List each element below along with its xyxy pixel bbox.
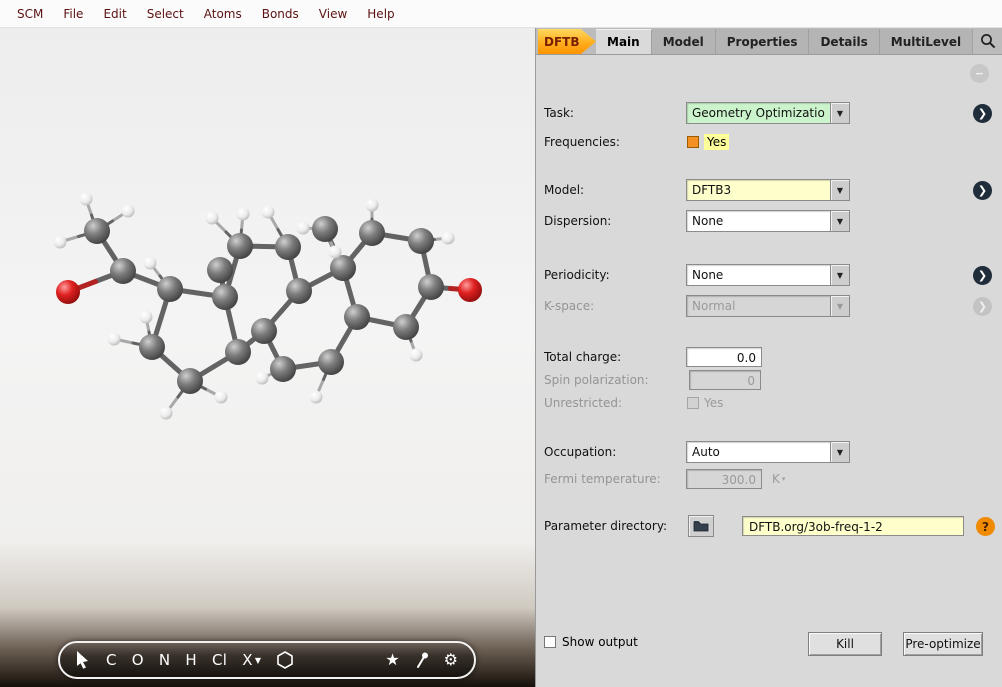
tab-properties[interactable]: Properties bbox=[715, 29, 810, 54]
task-detail-button[interactable]: ❯ bbox=[973, 104, 992, 123]
kspace-value: Normal bbox=[686, 295, 831, 317]
periodicity-dropdown-arrow[interactable]: ▼ bbox=[831, 264, 850, 286]
model-detail-button[interactable]: ❯ bbox=[973, 181, 992, 200]
collapse-panel-button: − bbox=[970, 64, 989, 83]
dispersion-value[interactable]: None bbox=[686, 210, 831, 232]
element-h-button[interactable]: H bbox=[185, 651, 197, 669]
task-label: Task: bbox=[544, 106, 574, 120]
menu-bar: SCM File Edit Select Atoms Bonds View He… bbox=[0, 0, 1002, 28]
fermi-temperature-label: Fermi temperature: bbox=[544, 472, 661, 486]
total-charge-label: Total charge: bbox=[544, 350, 622, 364]
spin-polarization-input: 0 bbox=[689, 370, 761, 390]
element-x-label: X bbox=[242, 651, 253, 669]
element-x-dropdown[interactable]: X ▼ bbox=[242, 651, 261, 669]
frequencies-label: Frequencies: bbox=[544, 135, 620, 149]
element-o-button[interactable]: O bbox=[132, 651, 144, 669]
model-label: Model: bbox=[544, 183, 585, 197]
parameter-help-button[interactable]: ? bbox=[976, 517, 995, 536]
tab-dftb[interactable]: DFTB bbox=[538, 29, 596, 54]
ring-tool-icon[interactable] bbox=[276, 651, 294, 669]
menu-help[interactable]: Help bbox=[358, 3, 403, 25]
show-output-label: Show output bbox=[562, 635, 638, 649]
dispersion-dropdown-arrow[interactable]: ▼ bbox=[831, 210, 850, 232]
periodicity-value[interactable]: None bbox=[686, 264, 831, 286]
chevron-down-icon: ▼ bbox=[254, 655, 261, 665]
menu-scm[interactable]: SCM bbox=[8, 3, 52, 25]
periodicity-detail-button[interactable]: ❯ bbox=[973, 266, 992, 285]
tab-bar: DFTB Main Model Properties Details Multi… bbox=[536, 28, 1002, 55]
kspace-detail-button: ❯ bbox=[973, 297, 992, 316]
total-charge-input[interactable]: 0.0 bbox=[686, 347, 762, 367]
show-output-checkbox[interactable] bbox=[544, 636, 556, 648]
occupation-combobox[interactable]: Auto ▼ bbox=[686, 441, 850, 463]
kspace-dropdown-arrow: ▼ bbox=[831, 295, 850, 317]
element-n-button[interactable]: N bbox=[159, 651, 171, 669]
dispersion-combobox[interactable]: None ▼ bbox=[686, 210, 850, 232]
model-dropdown-arrow[interactable]: ▼ bbox=[831, 179, 850, 201]
model-value[interactable]: DFTB3 bbox=[686, 179, 831, 201]
molecule-viewport[interactable]: C O N H Cl X ▼ ★ ⚙ bbox=[0, 28, 536, 687]
unrestricted-checkbox bbox=[687, 397, 699, 409]
spin-polarization-label: Spin polarization: bbox=[544, 373, 649, 387]
tab-details[interactable]: Details bbox=[809, 29, 880, 54]
occupation-dropdown-arrow[interactable]: ▼ bbox=[831, 441, 850, 463]
frequencies-yes-label: Yes bbox=[704, 134, 730, 150]
menu-select[interactable]: Select bbox=[138, 3, 193, 25]
occupation-value[interactable]: Auto bbox=[686, 441, 831, 463]
occupation-label: Occupation: bbox=[544, 445, 617, 459]
model-combobox[interactable]: DFTB3 ▼ bbox=[686, 179, 850, 201]
unrestricted-label: Unrestricted: bbox=[544, 396, 623, 410]
element-c-button[interactable]: C bbox=[106, 651, 117, 669]
search-icon[interactable] bbox=[974, 28, 1002, 54]
probe-tool-icon[interactable] bbox=[415, 652, 429, 669]
fermi-unit-label: K bbox=[772, 472, 780, 486]
menu-atoms[interactable]: Atoms bbox=[195, 3, 251, 25]
kspace-combobox: Normal ▼ bbox=[686, 295, 850, 317]
fermi-unit-dropdown-icon: ▾ bbox=[781, 475, 786, 483]
atom-toolbar: C O N H Cl X ▼ ★ ⚙ bbox=[58, 641, 476, 679]
tab-model[interactable]: Model bbox=[651, 29, 716, 54]
folder-browse-button[interactable] bbox=[688, 515, 714, 537]
tab-multilevel[interactable]: MultiLevel bbox=[879, 29, 974, 54]
element-cl-button[interactable]: Cl bbox=[212, 651, 227, 669]
task-dropdown-arrow[interactable]: ▼ bbox=[831, 102, 850, 124]
dispersion-label: Dispersion: bbox=[544, 214, 612, 228]
menu-view[interactable]: View bbox=[310, 3, 356, 25]
task-value[interactable]: Geometry Optimizatio bbox=[686, 102, 831, 124]
menu-edit[interactable]: Edit bbox=[94, 3, 135, 25]
periodicity-combobox[interactable]: None ▼ bbox=[686, 264, 850, 286]
pre-optimize-button[interactable]: Pre-optimize bbox=[903, 632, 983, 656]
cursor-tool-icon[interactable] bbox=[76, 651, 91, 669]
periodicity-label: Periodicity: bbox=[544, 268, 610, 282]
unrestricted-yes-label: Yes bbox=[704, 396, 724, 410]
star-tool-icon[interactable]: ★ bbox=[385, 652, 399, 668]
menu-bonds[interactable]: Bonds bbox=[253, 3, 308, 25]
task-combobox[interactable]: Geometry Optimizatio ▼ bbox=[686, 102, 850, 124]
fermi-temperature-input: 300.0 bbox=[686, 469, 762, 489]
kspace-label: K-space: bbox=[544, 299, 595, 313]
gear-icon[interactable]: ⚙ bbox=[444, 652, 458, 668]
molecule-render bbox=[53, 192, 482, 420]
kill-button[interactable]: Kill bbox=[808, 632, 882, 656]
parameter-directory-input[interactable]: DFTB.org/3ob-freq-1-2 bbox=[742, 516, 964, 536]
folder-icon bbox=[693, 521, 709, 532]
menu-file[interactable]: File bbox=[54, 3, 92, 25]
tab-main[interactable]: Main bbox=[596, 29, 652, 54]
parameter-directory-label: Parameter directory: bbox=[544, 519, 668, 533]
frequencies-checkbox[interactable] bbox=[687, 136, 699, 148]
dftb-settings-panel: DFTB Main Model Properties Details Multi… bbox=[536, 28, 1002, 687]
